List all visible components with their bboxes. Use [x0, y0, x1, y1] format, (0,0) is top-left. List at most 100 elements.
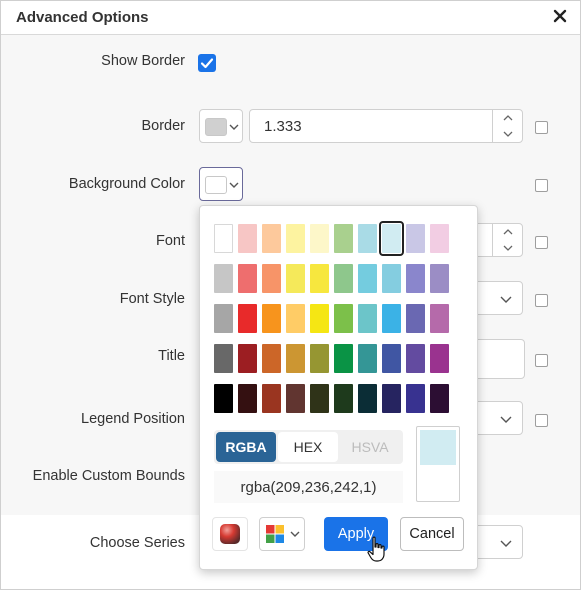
title-option-checkbox[interactable] [535, 354, 548, 367]
palette-swatch[interactable] [238, 224, 257, 253]
no-color-button[interactable] [212, 517, 248, 551]
increment-icon[interactable] [493, 224, 523, 240]
palette-swatch[interactable] [286, 344, 305, 373]
title-label: Title [158, 348, 185, 364]
mode-hex-tab[interactable]: HEX [278, 432, 338, 462]
palette-swatch[interactable] [286, 224, 305, 253]
palette-swatch[interactable] [214, 264, 233, 293]
background-color-swatch [205, 176, 227, 194]
border-width-spinner [492, 110, 522, 142]
mode-rgba-tab[interactable]: RGBA [216, 432, 276, 462]
font-style-option-checkbox[interactable] [535, 294, 548, 307]
chevron-down-icon [229, 182, 239, 188]
palette-swatch[interactable] [262, 344, 281, 373]
palette-swatch[interactable] [214, 384, 233, 413]
show-border-checkbox[interactable] [198, 54, 216, 72]
no-color-icon [220, 524, 240, 544]
border-label: Border [141, 118, 185, 134]
chevron-down-icon [500, 296, 512, 303]
palette-swatch[interactable] [334, 264, 353, 293]
palette-swatch[interactable] [310, 384, 329, 413]
legend-position-option-checkbox[interactable] [535, 414, 548, 427]
title-input[interactable] [471, 339, 525, 379]
palette-swatch[interactable] [406, 344, 425, 373]
chevron-down-icon [229, 124, 239, 130]
palette-swatch[interactable] [358, 344, 377, 373]
palette-swatch[interactable] [286, 264, 305, 293]
choose-series-dropdown[interactable] [471, 525, 523, 559]
palette-swatch[interactable] [238, 304, 257, 333]
new-color-preview [420, 430, 456, 465]
palette-mode-dropdown[interactable] [259, 517, 305, 551]
palette-swatch[interactable] [430, 384, 449, 413]
palette-swatch[interactable] [286, 304, 305, 333]
palette-swatch[interactable] [238, 344, 257, 373]
palette-swatch[interactable] [310, 344, 329, 373]
palette-swatch[interactable] [310, 224, 329, 253]
close-icon[interactable] [552, 8, 568, 24]
legend-position-dropdown[interactable] [471, 401, 523, 435]
palette-swatch[interactable] [430, 304, 449, 333]
palette-swatch[interactable] [310, 264, 329, 293]
mode-hsva-tab[interactable]: HSVA [340, 432, 400, 462]
border-option-checkbox[interactable] [535, 121, 548, 134]
background-color-dropdown[interactable] [199, 167, 243, 201]
palette-swatch[interactable] [310, 304, 329, 333]
border-color-dropdown[interactable] [199, 109, 243, 143]
palette-swatch[interactable] [358, 264, 377, 293]
palette-swatch[interactable] [334, 344, 353, 373]
font-style-label: Font Style [119, 291, 185, 307]
palette-swatch[interactable] [286, 384, 305, 413]
font-style-dropdown[interactable] [471, 281, 523, 315]
decrement-icon[interactable] [493, 240, 523, 256]
palette-swatch[interactable] [430, 224, 449, 253]
palette-swatch[interactable] [262, 304, 281, 333]
border-color-swatch [205, 118, 227, 136]
font-label: Font [155, 233, 185, 249]
palette-swatch[interactable] [382, 384, 401, 413]
enable-custom-bounds-label: Enable Custom Bounds [32, 468, 185, 484]
font-size-input[interactable] [471, 223, 523, 257]
palette-swatch[interactable] [334, 384, 353, 413]
palette-swatch[interactable] [430, 344, 449, 373]
color-value-input[interactable]: rgba(209,236,242,1) [214, 471, 403, 503]
cancel-button[interactable]: Cancel [400, 517, 464, 551]
chevron-down-icon [500, 416, 512, 423]
palette-swatch[interactable] [379, 221, 404, 256]
palette-swatch[interactable] [406, 264, 425, 293]
decrement-icon[interactable] [493, 126, 523, 142]
palette-swatch[interactable] [238, 264, 257, 293]
palette-swatch[interactable] [214, 304, 233, 333]
palette-swatch[interactable] [238, 384, 257, 413]
advanced-options-dialog: Advanced Options Show Border Border 1.33… [0, 0, 581, 590]
choose-series-label: Choose Series [89, 535, 185, 551]
palette-swatch[interactable] [430, 264, 449, 293]
show-border-label: Show Border [101, 53, 185, 69]
border-width-value: 1.333 [264, 118, 302, 135]
palette-swatch[interactable] [262, 224, 281, 253]
palette-swatch[interactable] [334, 224, 353, 253]
palette-swatch[interactable] [358, 224, 377, 253]
palette-swatch[interactable] [382, 264, 401, 293]
legend-position-label: Legend Position [81, 411, 185, 427]
palette-icon [266, 525, 284, 543]
background-color-option-checkbox[interactable] [535, 179, 548, 192]
palette-swatch[interactable] [334, 304, 353, 333]
border-width-input[interactable]: 1.333 [249, 109, 523, 143]
color-mode-switcher: RGBA HEX HSVA [214, 430, 403, 464]
palette-swatch[interactable] [406, 304, 425, 333]
palette-swatch[interactable] [406, 384, 425, 413]
palette-swatch[interactable] [382, 304, 401, 333]
palette-swatch[interactable] [214, 224, 233, 253]
palette-swatch[interactable] [262, 264, 281, 293]
increment-icon[interactable] [493, 110, 523, 126]
palette-swatch[interactable] [382, 344, 401, 373]
palette-swatch[interactable] [406, 224, 425, 253]
background-color-label: Background Color [68, 176, 185, 192]
palette-swatch[interactable] [358, 304, 377, 333]
font-option-checkbox[interactable] [535, 236, 548, 249]
palette-swatch[interactable] [262, 384, 281, 413]
palette-swatch[interactable] [214, 344, 233, 373]
dialog-title: Advanced Options [16, 9, 149, 26]
palette-swatch[interactable] [358, 384, 377, 413]
